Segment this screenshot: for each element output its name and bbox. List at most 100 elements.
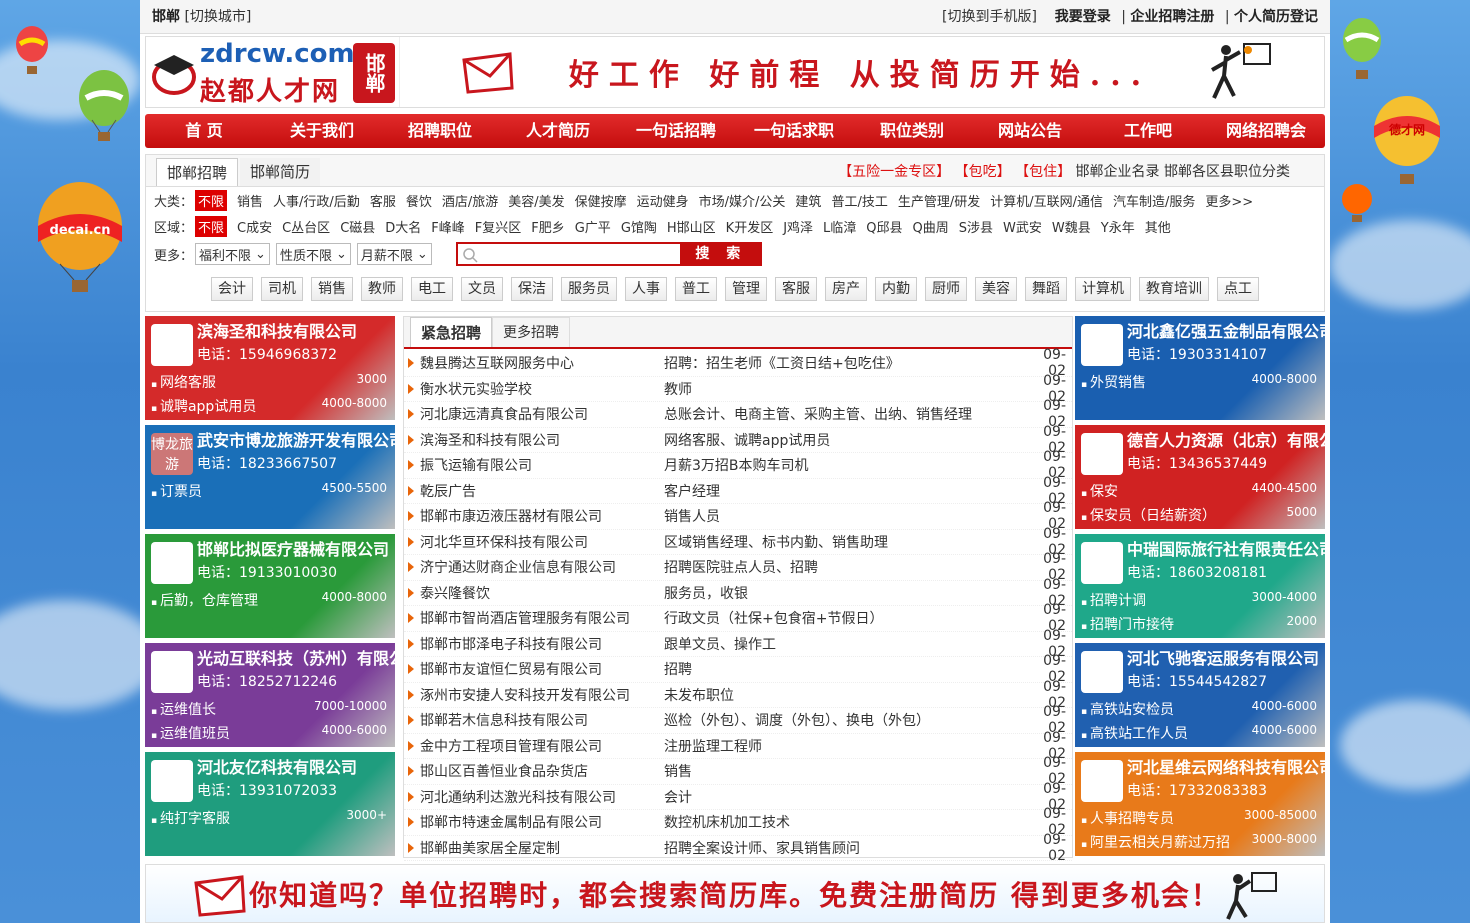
quick-link[interactable]: 邯郸企业名录 xyxy=(1076,164,1160,180)
area-item[interactable]: Q曲周 xyxy=(913,217,949,236)
job-tag[interactable]: 点工 xyxy=(1217,277,1259,301)
area-item[interactable]: S涉县 xyxy=(959,217,993,236)
company-job[interactable]: 纯打字客服 3000+ xyxy=(151,808,387,828)
job-row[interactable]: 邯郸市康迈液压器材有限公司 销售人员 09-02 xyxy=(404,500,1072,532)
company-name[interactable]: 武安市博龙旅游开发有限公司 xyxy=(197,427,395,451)
job-row[interactable]: 邯郸若木信息科技有限公司 巡检（外包）、调度（外包）、换电（外包） 09-02 xyxy=(404,704,1072,736)
category-item[interactable]: 普工/技工 xyxy=(831,191,887,210)
company-job[interactable]: 高铁站工作人员 4000-6000 xyxy=(1081,723,1317,743)
job-company[interactable]: 邯郸市康迈液压器材有限公司 xyxy=(420,506,664,526)
category-item[interactable]: 计算机/互联网/通信 xyxy=(990,191,1103,210)
company-name[interactable]: 滨海圣和科技有限公司 xyxy=(197,318,357,342)
job-company[interactable]: 河北华亘环保科技有限公司 xyxy=(420,532,664,552)
mobile-link[interactable]: [切换到手机版] xyxy=(942,9,1037,25)
job-company[interactable]: 邯郸市特速金属制品有限公司 xyxy=(420,812,664,832)
company-name[interactable]: 中瑞国际旅行社有限责任公司 xyxy=(1127,536,1325,560)
job-tag[interactable]: 销售 xyxy=(311,277,353,301)
job-row[interactable]: 邯山区百善恒业食品杂货店 销售 09-02 xyxy=(404,755,1072,787)
nav-item[interactable]: 一句话求职 xyxy=(735,114,853,148)
nav-item[interactable]: 关于我们 xyxy=(263,114,381,148)
job-tag[interactable]: 保洁 xyxy=(511,277,553,301)
job-row[interactable]: 涿州市安捷人安科技开发有限公司 未发布职位 09-02 xyxy=(404,679,1072,711)
salary-select[interactable]: 月薪不限 ⌄ xyxy=(356,243,432,265)
area-item[interactable]: D大名 xyxy=(385,217,421,236)
job-tag[interactable]: 教师 xyxy=(361,277,403,301)
job-row[interactable]: 邯郸市邯泽电子科技有限公司 跟单文员、操作工 09-02 xyxy=(404,628,1072,660)
area-item[interactable]: F峰峰 xyxy=(431,217,464,236)
company-name[interactable]: 河北友亿科技有限公司 xyxy=(197,754,357,778)
quick-link[interactable]: 【包住】 xyxy=(1015,164,1071,180)
category-item[interactable]: 客服 xyxy=(370,191,396,210)
job-company[interactable]: 金中方工程项目管理有限公司 xyxy=(420,736,664,756)
job-tag[interactable]: 电工 xyxy=(411,277,453,301)
area-all[interactable]: 不限 xyxy=(195,215,228,237)
search-button[interactable]: 搜 索 xyxy=(679,242,762,266)
job-tag[interactable]: 普工 xyxy=(675,277,717,301)
job-company[interactable]: 泰兴隆餐饮 xyxy=(420,583,664,603)
company-job[interactable]: 招聘门市接待 2000 xyxy=(1081,614,1317,634)
job-positions[interactable]: 销售人员 xyxy=(664,506,1026,526)
resume-register-link[interactable]: 个人简历登记 xyxy=(1234,9,1318,25)
area-item[interactable]: C丛台区 xyxy=(282,217,330,236)
tab-urgent[interactable]: 紧急招聘 xyxy=(410,317,493,347)
category-item[interactable]: 更多>> xyxy=(1205,191,1253,210)
job-positions[interactable]: 区域销售经理、标书内勤、销售助理 xyxy=(664,532,1026,552)
job-tag[interactable]: 厨师 xyxy=(925,277,967,301)
area-item[interactable]: C成安 xyxy=(237,217,272,236)
company-name[interactable]: 光动互联科技（苏州）有限公司 xyxy=(197,645,395,669)
area-item[interactable]: W武安 xyxy=(1003,217,1042,236)
company-job[interactable]: 保安员（日结薪资） 5000 xyxy=(1081,505,1317,525)
nav-item[interactable]: 工作吧 xyxy=(1089,114,1207,148)
welfare-select[interactable]: 福利不限 ⌄ xyxy=(195,243,270,265)
category-item[interactable]: 市场/媒介/公关 xyxy=(699,191,786,210)
company-job[interactable]: 诚聘app试用员 4000-8000 xyxy=(151,396,387,416)
job-tag[interactable]: 服务员 xyxy=(561,277,617,301)
quick-link[interactable]: 邯郸各区县职位分类 xyxy=(1164,164,1290,180)
job-positions[interactable]: 服务员，收银 xyxy=(664,583,1026,603)
job-company[interactable]: 邯郸市友谊恒仁贸易有限公司 xyxy=(420,659,664,679)
job-positions[interactable]: 数控机床机加工技术 xyxy=(664,812,1026,832)
job-row[interactable]: 邯郸曲美家居全屋定制 招聘全案设计师、家具销售顾问 09-02 xyxy=(404,832,1072,864)
job-tag[interactable]: 文员 xyxy=(461,277,503,301)
site-logo[interactable]: zdrcw.com 赵都人才网 邯郸 xyxy=(146,37,400,107)
category-item[interactable]: 销售 xyxy=(237,191,263,210)
job-row[interactable]: 乾辰广告 客户经理 09-02 xyxy=(404,475,1072,507)
job-row[interactable]: 河北通纳利达激光科技有限公司 会计 09-02 xyxy=(404,781,1072,813)
job-positions[interactable]: 教师 xyxy=(664,379,1026,399)
job-positions[interactable]: 未发布职位 xyxy=(664,685,1026,705)
nav-item[interactable]: 招聘职位 xyxy=(381,114,499,148)
job-positions[interactable]: 总账会计、电商主管、采购主管、出纳、销售经理 xyxy=(664,404,1026,424)
area-item[interactable]: G馆陶 xyxy=(621,217,657,236)
job-company[interactable]: 滨海圣和科技有限公司 xyxy=(420,430,664,450)
company-job[interactable]: 运维值长 7000-10000 xyxy=(151,699,387,719)
job-company[interactable]: 魏县腾达互联网服务中心 xyxy=(420,353,664,373)
job-positions[interactable]: 巡检（外包）、调度（外包）、换电（外包） xyxy=(664,710,1026,730)
quick-link[interactable]: 【五险一金专区】 xyxy=(838,164,950,180)
area-item[interactable]: W魏县 xyxy=(1052,217,1091,236)
category-item[interactable]: 保健按摩 xyxy=(575,191,627,210)
company-card[interactable]: 河北友亿科技有限公司电话：13931072033 纯打字客服 3000+ xyxy=(145,752,395,856)
nav-item[interactable]: 网站公告 xyxy=(971,114,1089,148)
company-job[interactable]: 网络客服 3000 xyxy=(151,372,387,392)
job-positions[interactable]: 招聘医院驻点人员、招聘 xyxy=(664,557,1026,577)
company-name[interactable]: 河北鑫亿强五金制品有限公司 xyxy=(1127,318,1325,342)
job-row[interactable]: 河北华亘环保科技有限公司 区域销售经理、标书内勤、销售助理 09-02 xyxy=(404,526,1072,558)
job-company[interactable]: 邯山区百善恒业食品杂货店 xyxy=(420,761,664,781)
company-card[interactable]: 德音人力资源（北京）有限公司电话：13436537449保安4400-4500保… xyxy=(1075,425,1325,529)
area-item[interactable]: G广平 xyxy=(575,217,611,236)
job-positions[interactable]: 招聘 xyxy=(664,659,1026,679)
job-positions[interactable]: 会计 xyxy=(664,787,1026,807)
bottom-banner[interactable]: 你知道吗？单位招聘时，都会搜索简历库。免费注册简历 得到更多机会！ xyxy=(145,864,1325,923)
company-job[interactable]: 运维值班员 4000-6000 xyxy=(151,723,387,743)
job-company[interactable]: 邯郸曲美家居全屋定制 xyxy=(420,838,664,858)
job-row[interactable]: 邯郸市特速金属制品有限公司 数控机床机加工技术 09-02 xyxy=(404,806,1072,838)
job-row[interactable]: 邯郸市智尚酒店管理服务有限公司 行政文员（社保+包食宿+节假日） 09-02 xyxy=(404,602,1072,634)
area-item[interactable]: 其他 xyxy=(1145,217,1171,236)
company-name[interactable]: 邯郸比拟医疗器械有限公司 xyxy=(197,536,389,560)
job-row[interactable]: 河北康远清真食品有限公司 总账会计、电商主管、采购主管、出纳、销售经理 09-02 xyxy=(404,398,1072,430)
company-job[interactable]: 阿里云相关月薪过万招 3000-8000 xyxy=(1081,832,1317,852)
job-company[interactable]: 河北康远清真食品有限公司 xyxy=(420,404,664,424)
nav-item[interactable]: 网络招聘会 xyxy=(1207,114,1325,148)
area-item[interactable]: L临漳 xyxy=(823,217,856,236)
category-item[interactable]: 汽车制造/服务 xyxy=(1113,191,1195,210)
